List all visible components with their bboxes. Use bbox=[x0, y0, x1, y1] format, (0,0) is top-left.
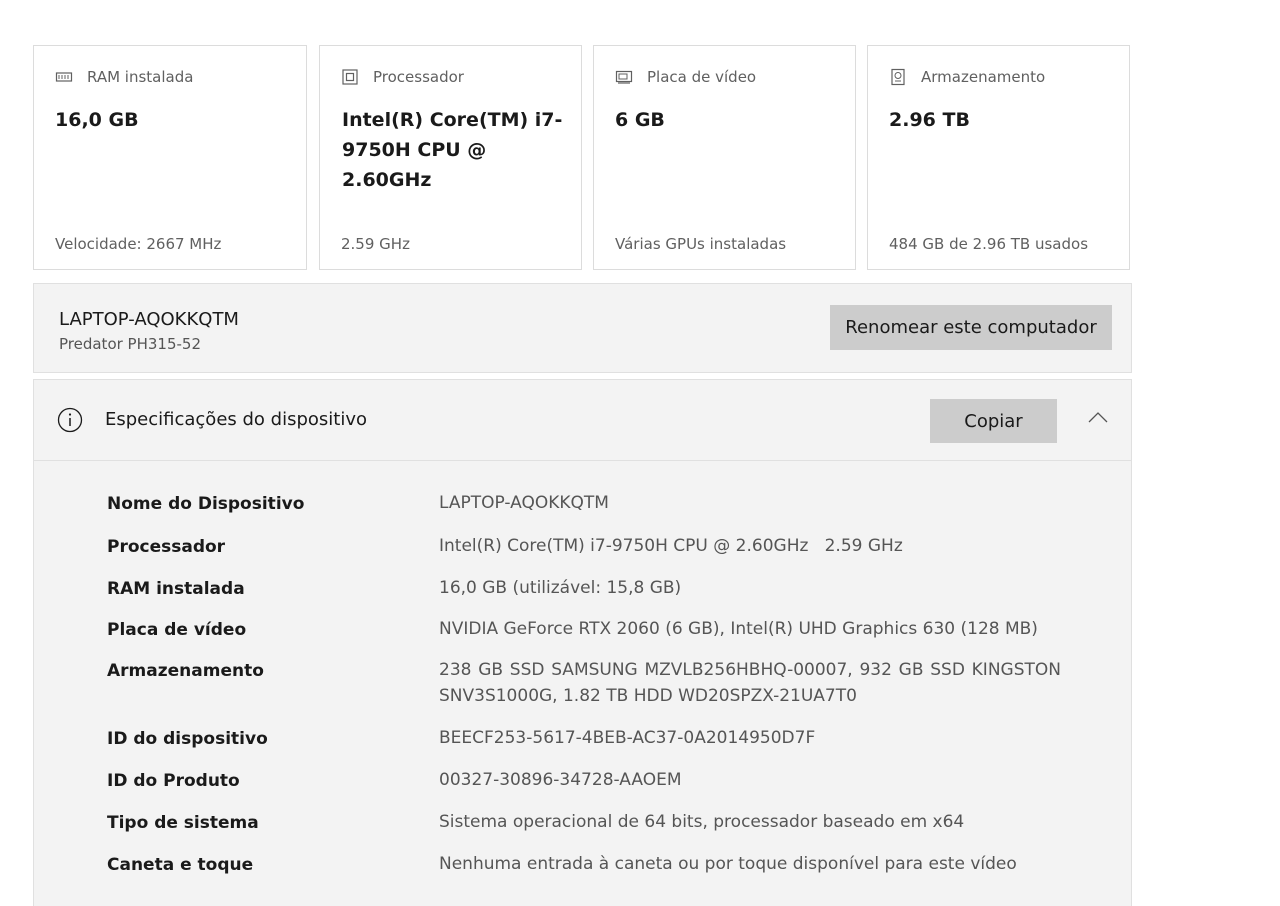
ram-icon bbox=[55, 68, 73, 86]
computer-name-panel: LAPTOP-AQOKKQTM Predator PH315-52 Renome… bbox=[33, 283, 1132, 373]
card-value: Intel(R) Core(TM) i7-9750H CPU @ 2.60GHz bbox=[342, 109, 563, 191]
card-value: 6 GB bbox=[615, 109, 665, 131]
card-title: RAM instalada bbox=[87, 68, 194, 86]
computer-model: Predator PH315-52 bbox=[59, 335, 202, 353]
device-specifications-panel: Especificações do dispositivo Copiar Nom… bbox=[33, 379, 1132, 906]
card-header: Armazenamento bbox=[889, 68, 1045, 86]
spec-value: Nenhuma entrada à caneta ou por toque di… bbox=[439, 854, 1017, 874]
about-page: RAM instalada 16,0 GB Velocidade: 2667 M… bbox=[0, 0, 1280, 906]
graphics-card-icon bbox=[615, 68, 633, 86]
card-title: Placa de vídeo bbox=[647, 68, 757, 86]
spec-label: Tipo de sistema bbox=[107, 813, 259, 833]
spec-label: ID do dispositivo bbox=[107, 729, 268, 749]
specifications-title: Especificações do dispositivo bbox=[105, 409, 368, 430]
hardware-cards: RAM instalada 16,0 GB Velocidade: 2667 M… bbox=[33, 45, 1131, 272]
card-title: Armazenamento bbox=[921, 68, 1046, 86]
chevron-up-icon[interactable] bbox=[1086, 408, 1110, 428]
processor-card: Processador Intel(R) Core(TM) i7-9750H C… bbox=[319, 45, 582, 270]
spec-value: 238 GB SSD SAMSUNG MZVLB256HBHQ-00007, 9… bbox=[439, 660, 1061, 706]
card-footer: Várias GPUs instaladas bbox=[615, 235, 787, 253]
spec-label: Nome do Dispositivo bbox=[107, 494, 305, 514]
card-header: RAM instalada bbox=[55, 68, 193, 86]
card-footer: Velocidade: 2667 MHz bbox=[55, 235, 222, 253]
spec-value: 00327-30896-34728-AAOEM bbox=[439, 770, 682, 790]
copy-button[interactable]: Copiar bbox=[930, 399, 1057, 443]
graphics-card: Placa de vídeo 6 GB Várias GPUs instalad… bbox=[593, 45, 856, 270]
spec-value: NVIDIA GeForce RTX 2060 (6 GB), Intel(R)… bbox=[439, 619, 1038, 639]
spec-label: Placa de vídeo bbox=[107, 620, 247, 640]
spec-value: LAPTOP-AQOKKQTM bbox=[439, 493, 609, 513]
specifications-header[interactable]: Especificações do dispositivo Copiar bbox=[34, 380, 1131, 461]
spec-label: Processador bbox=[107, 537, 226, 557]
card-footer: 484 GB de 2.96 TB usados bbox=[889, 235, 1089, 253]
spec-label: RAM instalada bbox=[107, 579, 245, 599]
ram-card: RAM instalada 16,0 GB Velocidade: 2667 M… bbox=[33, 45, 307, 270]
card-value: 16,0 GB bbox=[55, 109, 139, 131]
spec-value: 16,0 GB (utilizável: 15,8 GB) bbox=[439, 578, 682, 598]
card-title: Processador bbox=[373, 68, 464, 86]
card-header: Processador bbox=[341, 68, 464, 86]
spec-label: ID do Produto bbox=[107, 771, 240, 791]
computer-name: LAPTOP-AQOKKQTM bbox=[59, 309, 239, 330]
spec-value: Sistema operacional de 64 bits, processa… bbox=[439, 812, 965, 832]
spec-label: Armazenamento bbox=[107, 661, 264, 681]
spec-label: Caneta e toque bbox=[107, 855, 254, 875]
processor-icon bbox=[341, 68, 359, 86]
storage-icon bbox=[889, 68, 907, 86]
info-icon bbox=[57, 407, 83, 433]
card-footer: 2.59 GHz bbox=[341, 235, 410, 253]
rename-computer-button[interactable]: Renomear este computador bbox=[830, 305, 1112, 350]
spec-value: BEECF253-5617-4BEB-AC37-0A2014950D7F bbox=[439, 728, 816, 748]
spec-value: Intel(R) Core(TM) i7-9750H CPU @ 2.60GHz… bbox=[439, 536, 903, 556]
card-value: 2.96 TB bbox=[889, 109, 970, 131]
storage-card: Armazenamento 2.96 TB 484 GB de 2.96 TB … bbox=[867, 45, 1130, 270]
card-header: Placa de vídeo bbox=[615, 68, 756, 86]
